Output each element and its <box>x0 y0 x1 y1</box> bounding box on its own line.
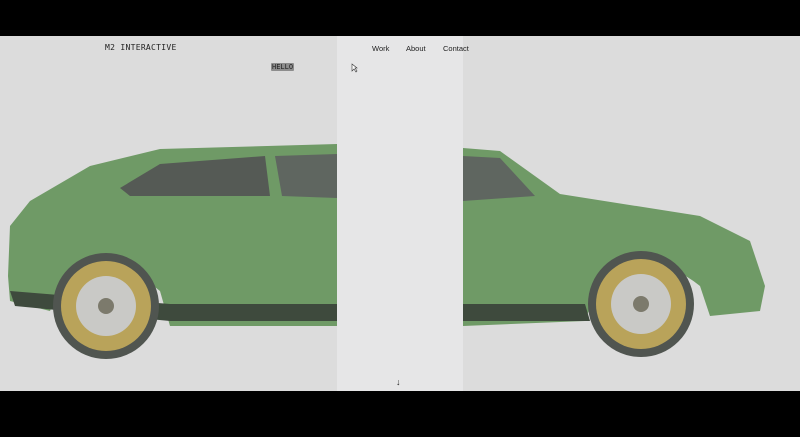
scroll-down-arrow-icon[interactable]: ↓ <box>396 377 401 387</box>
nav-work[interactable]: Work <box>372 44 389 53</box>
car-left-half <box>8 144 337 359</box>
logo[interactable]: M2 INTERACTIVE <box>105 43 177 52</box>
mouse-cursor-icon <box>351 63 358 73</box>
center-panel <box>337 36 463 391</box>
nav-about[interactable]: About <box>406 44 426 53</box>
car-right-half <box>463 148 765 357</box>
hello-badge: HELLO <box>271 63 295 71</box>
nav-contact[interactable]: Contact <box>443 44 469 53</box>
hero-section: M2 INTERACTIVE HELLO Work About Contact … <box>0 36 800 391</box>
